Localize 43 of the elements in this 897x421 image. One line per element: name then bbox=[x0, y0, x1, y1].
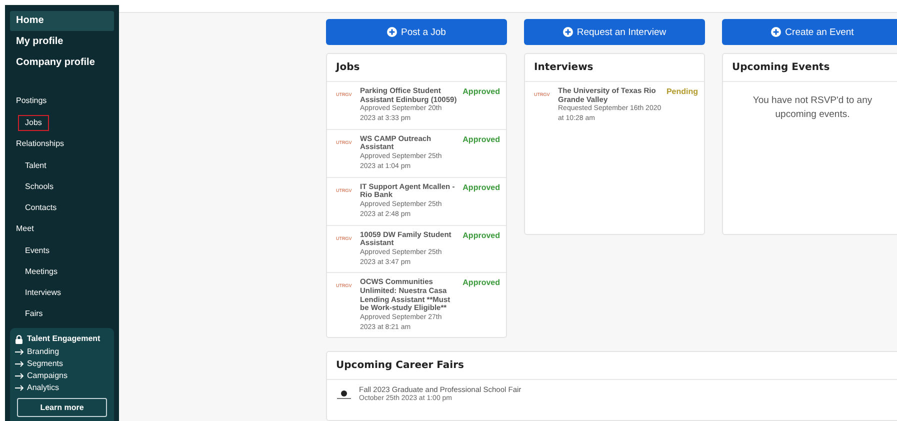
section-heading: Relationships bbox=[15, 138, 66, 150]
status-label: Approved bbox=[462, 230, 500, 242]
empty-message: You have not RSVP'd to any upcoming events. bbox=[752, 94, 874, 122]
card-title: Upcoming Events bbox=[723, 54, 897, 82]
engagement-link[interactable]: Branding bbox=[27, 347, 60, 357]
sidebar-item[interactable]: Home bbox=[10, 11, 114, 31]
section-heading: Meet bbox=[15, 223, 35, 235]
card-title: Interviews bbox=[525, 54, 704, 82]
arrow-icon bbox=[15, 361, 24, 367]
sidebar-item[interactable]: Jobs bbox=[18, 115, 49, 131]
status-label: Approved bbox=[462, 87, 500, 98]
sidebar-item[interactable]: Fairs bbox=[18, 306, 50, 322]
engagement-link[interactable]: Analytics bbox=[27, 383, 60, 393]
plus-circle-icon bbox=[387, 27, 398, 37]
sidebar-item[interactable]: Company profile bbox=[10, 53, 114, 73]
section-heading: Postings bbox=[15, 95, 48, 107]
arrow-icon bbox=[15, 385, 24, 391]
sidebar-item[interactable]: Contacts bbox=[18, 200, 64, 216]
arrow-icon bbox=[15, 349, 24, 355]
learn-more-button[interactable]: Learn more bbox=[17, 398, 107, 417]
action-button[interactable]: Request an Interview bbox=[524, 19, 705, 45]
status-label: Approved bbox=[462, 134, 500, 146]
seal-icon bbox=[336, 390, 352, 400]
card-title: Upcoming Career Fairs bbox=[327, 352, 897, 380]
sidebar-item[interactable]: Schools bbox=[18, 179, 60, 195]
status-label: Pending bbox=[666, 87, 698, 98]
card-title: Jobs bbox=[327, 54, 506, 82]
status-label: Approved bbox=[462, 278, 500, 290]
action-button[interactable]: Create an Event bbox=[722, 19, 897, 45]
engagement-link[interactable]: Segments bbox=[27, 359, 64, 369]
plus-circle-icon bbox=[771, 27, 782, 37]
lock-icon bbox=[15, 334, 23, 344]
plus-circle-icon bbox=[562, 27, 573, 37]
action-button[interactable]: Post a Job bbox=[326, 19, 507, 45]
panel-title: Talent Engagement bbox=[27, 334, 100, 344]
sidebar-item[interactable]: Meetings bbox=[18, 264, 64, 280]
sidebar-item[interactable]: Events bbox=[18, 243, 56, 259]
engagement-link[interactable]: Campaigns bbox=[27, 371, 68, 381]
sidebar-item[interactable]: My profile bbox=[10, 32, 114, 52]
sidebar-item[interactable]: Interviews bbox=[18, 285, 68, 301]
status-label: Approved bbox=[462, 182, 500, 194]
sidebar-item[interactable]: Talent bbox=[18, 158, 54, 174]
arrow-icon bbox=[15, 373, 24, 379]
